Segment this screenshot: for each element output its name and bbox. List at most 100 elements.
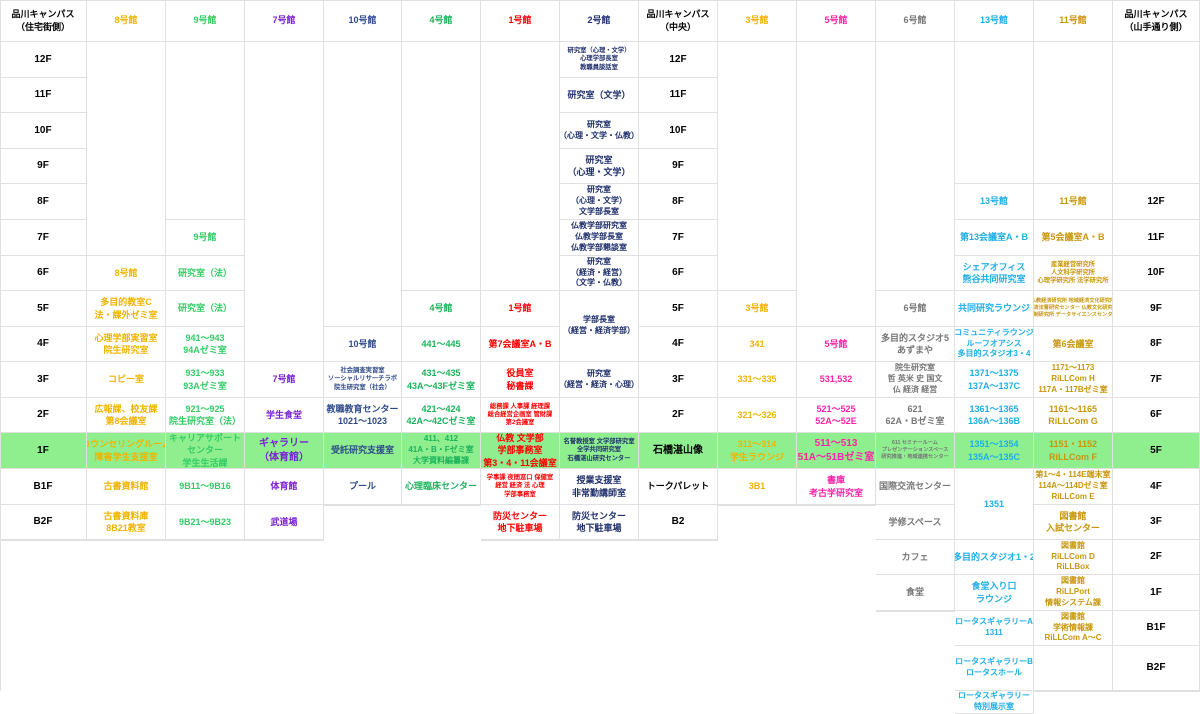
room-cell-b6: 611 セミナールーム プレゼンテーションスペース 研究推進・地域連携センター — [876, 433, 955, 469]
cell-text-line: 総合経営企画室 管財課 — [487, 410, 553, 418]
cell-text-line: 94Aゼミ室 — [183, 345, 227, 355]
cell-text-line: 431〜435 — [421, 368, 461, 379]
room-cell-b2: 学部長室 （経営・経済学部） — [560, 291, 639, 362]
floor-label-east-floor: 7F — [1113, 362, 1200, 398]
cell-text-line: カウンセリングルーム — [87, 439, 165, 450]
room-cell-b7: 武道場 — [245, 505, 324, 540]
cell-text-line: 法・課外ゼミ室 — [94, 309, 158, 320]
room-cell-b2 — [560, 540, 639, 541]
floor-label-east-floor: 5F — [1113, 433, 1200, 469]
room-cell-b6: カフェ — [876, 540, 955, 575]
cell-text-line: B2 — [671, 516, 685, 528]
room-cell-b13: ロータスギャラリーB ロータスホール — [955, 646, 1034, 691]
cell-text-line: 10F — [1147, 267, 1165, 279]
room-cell-b3: 3号館 — [718, 291, 797, 327]
room-cell-b8: 古書資料館 — [87, 469, 166, 505]
cell-text-line: RiLLCom H — [1051, 374, 1095, 384]
cell-text-line: 11号館 — [1059, 196, 1087, 207]
cell-text-line: 防災センター — [492, 510, 547, 521]
cell-text-line: 4号館 — [429, 15, 453, 26]
cell-text-line: 多目的スタジオ5 — [880, 332, 949, 343]
room-cell-b2: 防災センター 地下駐車場 — [560, 505, 639, 540]
cell-text-line: 6号館 — [903, 15, 927, 26]
cell-text-line: 武道場 — [270, 516, 298, 527]
room-cell-b5: 531,532 — [797, 362, 876, 398]
floor-label-east-floor: 2F — [1113, 540, 1200, 575]
floor-label-center-floor: 9F — [639, 149, 718, 184]
cell-text-line: 7号館 — [272, 15, 296, 26]
cell-text-line: 8F — [672, 195, 684, 207]
cell-text-line: 921〜925 — [185, 403, 225, 414]
floor-label-center-floor: B2 — [639, 505, 718, 540]
room-cell-b3 — [718, 42, 797, 291]
room-cell-b6: 学修スペース — [876, 505, 955, 540]
room-cell-b7 — [245, 540, 324, 541]
cell-text-line: トークパレット — [646, 481, 710, 492]
cell-text-line: 9号館 — [193, 15, 217, 26]
cell-text-line: プレゼンテーションスペース — [881, 447, 949, 454]
room-cell-b2: 仏教学部研究室 仏教学部長室 仏教学部懇談室 — [560, 220, 639, 256]
cell-text-line: 役員室 — [506, 368, 534, 379]
campus-floor-map: 品川キャンパス （住宅街側） 8号館 9号館 7号館 10号館 4号館 1号館 2号館 品川キャン… — [0, 0, 1200, 714]
cell-text-line: 秘書課 — [506, 380, 534, 391]
cell-text-line: 1F — [1150, 586, 1162, 598]
cell-text-line: 311〜314 — [737, 439, 777, 450]
room-cell-b2: 研究室（心理・文学） 心理学部長室 教職員談話室 — [560, 42, 639, 78]
cell-text-line: 院生研究室 — [103, 345, 149, 355]
room-cell-b9: 941〜943 94Aゼミ室 — [166, 327, 245, 362]
floor-label-east-floor: B2F — [1113, 646, 1200, 691]
cell-text-line: 研究室（法） — [177, 267, 232, 278]
cell-text-line: （心理・文学） — [571, 196, 627, 206]
cell-text-line: 国際交流センター — [878, 481, 951, 492]
cell-text-line: 考古学研究室 — [808, 487, 863, 498]
room-cell-b13: 第13会議室A・B — [955, 220, 1034, 256]
room-cell-b2: 研究室 （経営・経済・心理） — [560, 362, 639, 398]
floor-label-west-floor: 1F — [0, 433, 87, 469]
floor-label-east-floor: 6F — [1113, 398, 1200, 433]
room-cell-b3: 331〜335 — [718, 362, 797, 398]
cell-text-line: 5F — [672, 302, 684, 314]
cell-text-line: （体育館） — [259, 451, 309, 463]
cell-text-line: 共同研究ラウンジ — [957, 303, 1030, 314]
cell-text-line: ロータスホール — [966, 668, 1022, 677]
cell-text-line: 5F — [37, 302, 49, 314]
room-cell-b11: 図書館 学術情報課 RiLLCom A〜C — [1034, 611, 1113, 646]
cell-text-line: RiLLCom E — [1051, 491, 1095, 501]
room-cell-b13: 1361〜1365 136A〜136B — [955, 398, 1034, 433]
room-cell-b8: 古書資料庫 8B21教室 — [87, 505, 166, 540]
cell-text-line: 1171〜1173 — [1051, 363, 1095, 373]
room-cell-b6: 食堂 — [876, 575, 955, 611]
cell-text-line: 42A〜42Cゼミ室 — [406, 416, 476, 426]
cell-text-line: 授業支援室 — [576, 475, 622, 486]
room-cell-b10: 10号館 — [324, 327, 402, 362]
cell-text-line: 第5会議室A・B — [1041, 232, 1105, 243]
column-header-b8: 8号館 — [87, 0, 166, 42]
cell-text-line: 特別展示室 — [974, 701, 1014, 711]
cell-text-line: RiLLCom F — [1049, 451, 1097, 462]
floor-label-west-floor: 5F — [0, 291, 87, 327]
cell-text-line: 地下駐車場 — [497, 523, 543, 533]
room-cell-b6 — [876, 42, 955, 291]
cell-text-line: 2F — [1150, 551, 1162, 563]
cell-text-line: 11F — [34, 89, 52, 101]
cell-text-line: 研究室（法） — [177, 303, 232, 314]
cell-text-line: 1361〜1365 — [969, 403, 1019, 414]
cell-text-line: ロータスギャラリーA — [955, 617, 1033, 627]
floor-label-west-floor: 4F — [0, 327, 87, 362]
room-cell-b1: 役員室 秘書課 — [481, 362, 560, 398]
cell-text-line: 5号館 — [824, 15, 848, 26]
cell-text-line: 52A〜52E — [815, 416, 857, 426]
cell-text-line: 4F — [672, 338, 684, 350]
cell-text-line: 学修スペース — [888, 516, 942, 527]
cell-text-line: 441〜445 — [421, 338, 461, 349]
cell-text-line: 法制研究所 データサイエンスセンター — [1034, 311, 1113, 318]
cell-text-line: 情報システム課 — [1045, 597, 1101, 607]
room-cell-b13 — [955, 42, 1034, 184]
cell-text-line: 石橋湛山像 — [653, 444, 703, 456]
cell-text-line: 11F — [1147, 231, 1165, 243]
cell-text-line: 人文科学研究所 — [1050, 268, 1096, 276]
cell-text-line: 8B21教室 — [106, 523, 146, 533]
cell-text-line: 521〜525 — [816, 403, 856, 414]
room-cell-b4: 441〜445 — [402, 327, 481, 362]
cell-text-line: 品川キャンパス — [11, 9, 75, 20]
